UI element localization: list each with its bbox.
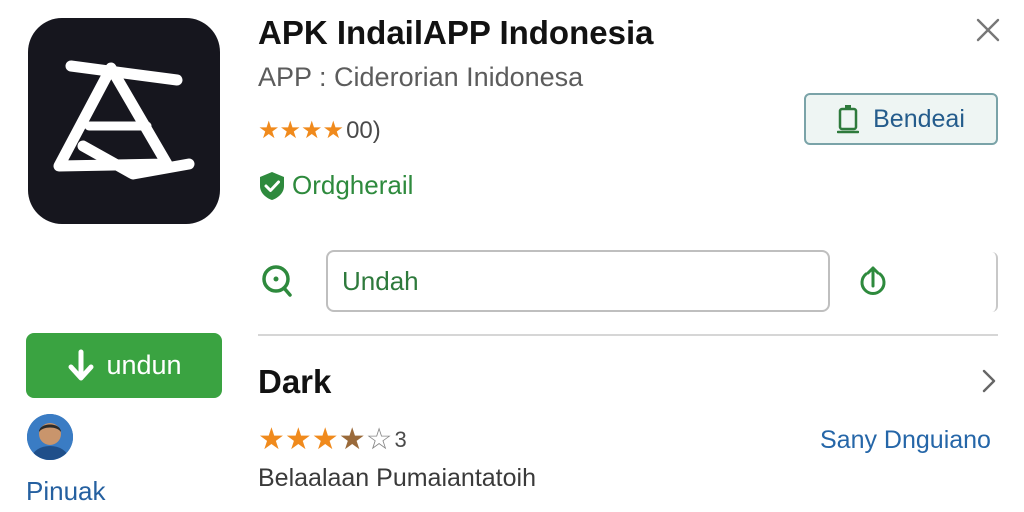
rating-count: 00) (346, 116, 381, 144)
search-input-value: Undah (342, 265, 419, 296)
verified-shield-icon (260, 171, 284, 200)
chevron-right-icon[interactable] (978, 366, 1000, 396)
share-icon[interactable] (858, 264, 888, 296)
verified-label: Ordgherail (292, 170, 414, 200)
review-star-partial: ★ (338, 423, 366, 456)
avatar[interactable] (27, 414, 73, 460)
app-rating: ★★★★ 00) (258, 116, 381, 145)
review-count: 3 (394, 426, 407, 452)
download-arrow-icon (68, 349, 94, 380)
unduh-download-button[interactable]: undun (26, 333, 222, 398)
search-input[interactable]: Undah (326, 250, 830, 312)
bendeai-button[interactable]: Bendeai (804, 93, 998, 145)
rating-stars: ★★★★ (258, 117, 345, 144)
review-stars-full: ★★★ (258, 423, 339, 456)
section-divider (258, 334, 998, 336)
app-logo-a-icon (53, 60, 195, 180)
profile-name: Pinuak (26, 476, 106, 506)
search-icon[interactable] (259, 262, 297, 300)
unduh-label: undun (106, 350, 182, 380)
verified-badge: Ordgherail (258, 170, 413, 201)
review-rating: ★★★★☆ 3 (258, 422, 407, 457)
app-icon (28, 18, 220, 224)
section-description: Belaalaan Pumaiantatoih (258, 464, 536, 492)
review-stars: ★★★★☆ (258, 422, 393, 457)
app-title: APK IndailAPP Indonesia (258, 14, 654, 51)
avatar-person-icon (27, 414, 73, 460)
bendeai-label: Bendeai (873, 104, 965, 133)
developer-link[interactable]: Sany Dnguiano (820, 426, 991, 455)
close-icon[interactable] (974, 16, 1002, 44)
section-title: Dark (258, 363, 332, 400)
review-star-empty: ☆ (365, 423, 393, 456)
battery-icon (837, 105, 860, 134)
app-subtitle: APP : Ciderorian Inidonesa (258, 62, 584, 92)
